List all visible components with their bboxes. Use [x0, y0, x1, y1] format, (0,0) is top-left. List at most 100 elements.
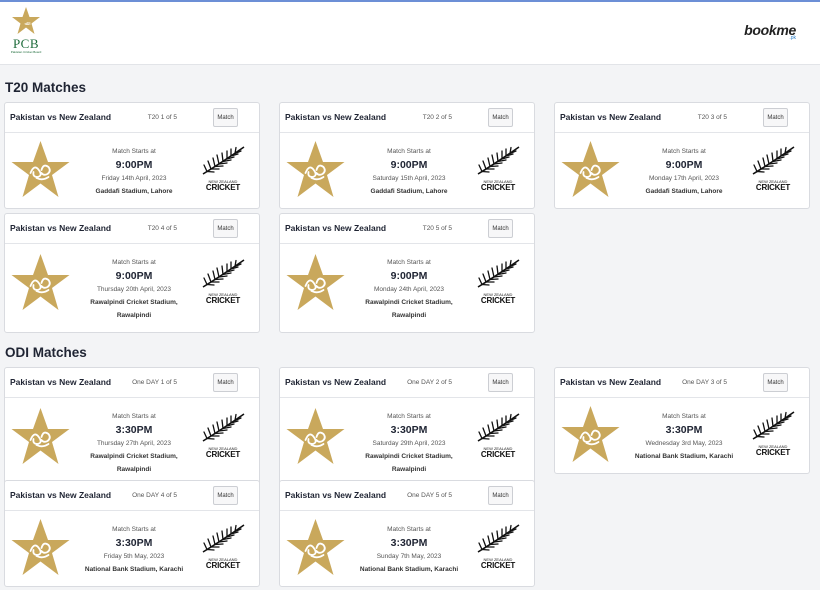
nz-logo-cricket: CRICKET	[480, 296, 516, 305]
new-zealand-fern-icon	[477, 146, 520, 175]
match-card: Pakistan vs New Zealand T20 3 of 5 Match…	[554, 102, 810, 209]
match-venue: Gaddafi Stadium, Lahore	[370, 188, 448, 195]
match-venue: National Bank Stadium, Karachi	[359, 566, 459, 573]
match-button[interactable]: Match	[213, 373, 238, 392]
pakistan-star-icon	[561, 141, 620, 197]
match-card-body: Match Starts at 3:30PM Friday 5th May, 2…	[5, 511, 259, 586]
match-sequence: T20 4 of 5	[147, 225, 177, 232]
new-zealand-fern-icon	[202, 524, 245, 553]
match-starts-label: Match Starts at	[112, 526, 156, 533]
match-button[interactable]: Match	[488, 373, 513, 392]
match-card-body: Match Starts at 3:30PM Wednesday 3rd May…	[555, 398, 809, 473]
match-starts-label: Match Starts at	[112, 259, 156, 266]
match-date: Wednesday 3rd May, 2023	[645, 440, 723, 447]
new-zealand-fern-icon	[477, 413, 520, 442]
match-date: Thursday 27th April, 2023	[96, 440, 172, 447]
nz-logo-cricket: CRICKET	[755, 448, 791, 457]
match-date: Saturday 15th April, 2023	[372, 175, 446, 182]
match-button[interactable]: Match	[763, 373, 788, 392]
match-venue: Gaddafi Stadium, Lahore	[645, 188, 723, 195]
match-title: Pakistan vs New Zealand	[560, 377, 662, 387]
match-card: Pakistan vs New Zealand T20 4 of 5 Match…	[4, 213, 260, 333]
match-title: Pakistan vs New Zealand	[285, 377, 387, 387]
match-time: 9:00PM	[390, 159, 428, 171]
pakistan-star-icon	[286, 254, 345, 310]
pcb-logo[interactable]: ﷲ PCB Pakistan Cricket Board	[6, 6, 46, 60]
match-sequence: One DAY 3 of 5	[682, 379, 727, 386]
match-venue: Rawalpindi Cricket Stadium, Rawalpindi	[365, 299, 453, 319]
match-title: Pakistan vs New Zealand	[10, 112, 112, 122]
match-card-body: Match Starts at 9:00PM Monday 24th April…	[280, 244, 534, 332]
match-card-body: Match Starts at 9:00PM Thursday 20th Apr…	[5, 244, 259, 332]
match-card-header: Pakistan vs New Zealand One DAY 5 of 5 M…	[280, 481, 534, 511]
pakistan-star-icon	[286, 519, 345, 575]
match-starts-label: Match Starts at	[387, 259, 431, 266]
new-zealand-fern-icon	[477, 259, 520, 288]
match-time: 3:30PM	[115, 537, 153, 549]
match-button[interactable]: Match	[763, 108, 788, 127]
new-zealand-fern-icon	[477, 524, 520, 553]
match-card: Pakistan vs New Zealand One DAY 4 of 5 M…	[4, 480, 260, 587]
match-sequence: One DAY 2 of 5	[407, 379, 452, 386]
match-date: Saturday 29th April, 2023	[372, 440, 446, 447]
new-zealand-fern-icon	[752, 411, 795, 440]
partner-logo[interactable]: bookme	[744, 22, 796, 38]
partner-logo-suffix: .pk	[789, 35, 796, 41]
match-venue: Rawalpindi Cricket Stadium, Rawalpindi	[365, 453, 453, 473]
match-card-header: Pakistan vs New Zealand T20 1 of 5 Match	[5, 103, 259, 133]
match-sequence: One DAY 4 of 5	[132, 492, 177, 499]
match-button[interactable]: Match	[488, 219, 513, 238]
match-venue: Rawalpindi Cricket Stadium, Rawalpindi	[90, 453, 178, 473]
match-card-body: Match Starts at 3:30PM Sunday 7th May, 2…	[280, 511, 534, 586]
match-button[interactable]: Match	[213, 108, 238, 127]
match-card: Pakistan vs New Zealand T20 2 of 5 Match…	[279, 102, 535, 209]
new-zealand-cricket-logo: NEW ZEALAND CRICKET	[201, 412, 245, 460]
match-time: 3:30PM	[390, 537, 428, 549]
new-zealand-fern-icon	[752, 146, 795, 175]
match-info: Match Starts at 3:30PM Saturday 29th Apr…	[350, 412, 468, 476]
match-button[interactable]: Match	[488, 108, 513, 127]
match-date: Monday 17th April, 2023	[648, 175, 720, 182]
match-title: Pakistan vs New Zealand	[285, 223, 387, 233]
match-starts-label: Match Starts at	[662, 148, 706, 155]
nz-logo-cricket: CRICKET	[480, 183, 516, 192]
nz-logo-cricket: CRICKET	[755, 183, 791, 192]
match-button[interactable]: Match	[213, 219, 238, 238]
match-info: Match Starts at 3:30PM Thursday 27th Apr…	[75, 412, 193, 476]
pakistan-star-icon	[11, 141, 70, 197]
match-title: Pakistan vs New Zealand	[10, 377, 112, 387]
match-title: Pakistan vs New Zealand	[285, 112, 387, 122]
match-card-header: Pakistan vs New Zealand T20 4 of 5 Match	[5, 214, 259, 244]
pakistan-star-icon	[286, 141, 345, 197]
match-card-header: Pakistan vs New Zealand One DAY 4 of 5 M…	[5, 481, 259, 511]
new-zealand-fern-icon	[202, 259, 245, 288]
match-card-body: Match Starts at 9:00PM Friday 14th April…	[5, 133, 259, 208]
nz-logo-cricket: CRICKET	[205, 183, 241, 192]
pcb-logo-text: PCB	[12, 36, 40, 51]
match-info: Match Starts at 9:00PM Monday 24th April…	[350, 258, 468, 322]
new-zealand-cricket-logo: NEW ZEALAND CRICKET	[751, 145, 795, 193]
match-date: Friday 14th April, 2023	[101, 175, 167, 182]
match-time: 3:30PM	[665, 424, 703, 436]
match-date: Thursday 20th April, 2023	[96, 286, 172, 293]
match-card-header: Pakistan vs New Zealand One DAY 2 of 5 M…	[280, 368, 534, 398]
new-zealand-cricket-logo: NEW ZEALAND CRICKET	[201, 145, 245, 193]
match-date: Sunday 7th May, 2023	[376, 553, 442, 560]
match-venue: National Bank Stadium, Karachi	[84, 566, 184, 573]
section-title-odi: ODI Matches	[5, 345, 87, 360]
match-info: Match Starts at 3:30PM Friday 5th May, 2…	[75, 525, 193, 576]
match-button[interactable]: Match	[488, 486, 513, 505]
match-info: Match Starts at 9:00PM Thursday 20th Apr…	[75, 258, 193, 322]
match-button[interactable]: Match	[213, 486, 238, 505]
match-info: Match Starts at 9:00PM Monday 17th April…	[625, 147, 743, 198]
match-card: Pakistan vs New Zealand One DAY 3 of 5 M…	[554, 367, 810, 474]
match-time: 3:30PM	[115, 424, 153, 436]
match-title: Pakistan vs New Zealand	[10, 223, 112, 233]
new-zealand-cricket-logo: NEW ZEALAND CRICKET	[201, 523, 245, 571]
pakistan-star-icon	[11, 519, 70, 575]
match-card: Pakistan vs New Zealand T20 5 of 5 Match…	[279, 213, 535, 333]
match-card: Pakistan vs New Zealand One DAY 1 of 5 M…	[4, 367, 260, 487]
match-info: Match Starts at 9:00PM Saturday 15th Apr…	[350, 147, 468, 198]
match-card-header: Pakistan vs New Zealand T20 5 of 5 Match	[280, 214, 534, 244]
match-title: Pakistan vs New Zealand	[10, 490, 112, 500]
